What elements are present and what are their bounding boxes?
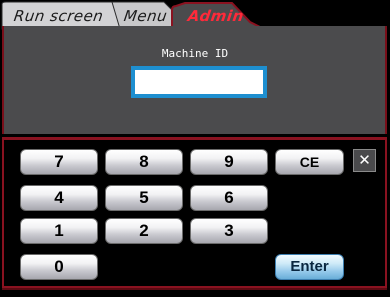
key-5[interactable]: 5 xyxy=(105,185,183,211)
key-4[interactable]: 4 xyxy=(20,185,98,211)
key-8[interactable]: 8 xyxy=(105,149,183,175)
footer-divider xyxy=(2,288,387,290)
machine-id-input[interactable] xyxy=(131,66,267,98)
machine-id-label: Machine ID xyxy=(161,47,229,60)
tab-run-screen[interactable]: Run screen xyxy=(13,7,105,25)
tab-admin[interactable]: Admin xyxy=(187,7,245,25)
key-2[interactable]: 2 xyxy=(105,218,183,244)
tab-menu[interactable]: Menu xyxy=(123,7,169,25)
key-ce[interactable]: CE xyxy=(275,149,344,175)
key-0[interactable]: 0 xyxy=(20,254,98,280)
close-icon[interactable]: ✕ xyxy=(353,149,376,172)
admin-screen: Run screen Menu Admin Machine ID 7 8 9 C… xyxy=(0,0,390,297)
key-1[interactable]: 1 xyxy=(20,218,98,244)
key-3[interactable]: 3 xyxy=(190,218,268,244)
key-7[interactable]: 7 xyxy=(20,149,98,175)
key-9[interactable]: 9 xyxy=(190,149,268,175)
key-6[interactable]: 6 xyxy=(190,185,268,211)
enter-button[interactable]: Enter xyxy=(275,254,344,280)
